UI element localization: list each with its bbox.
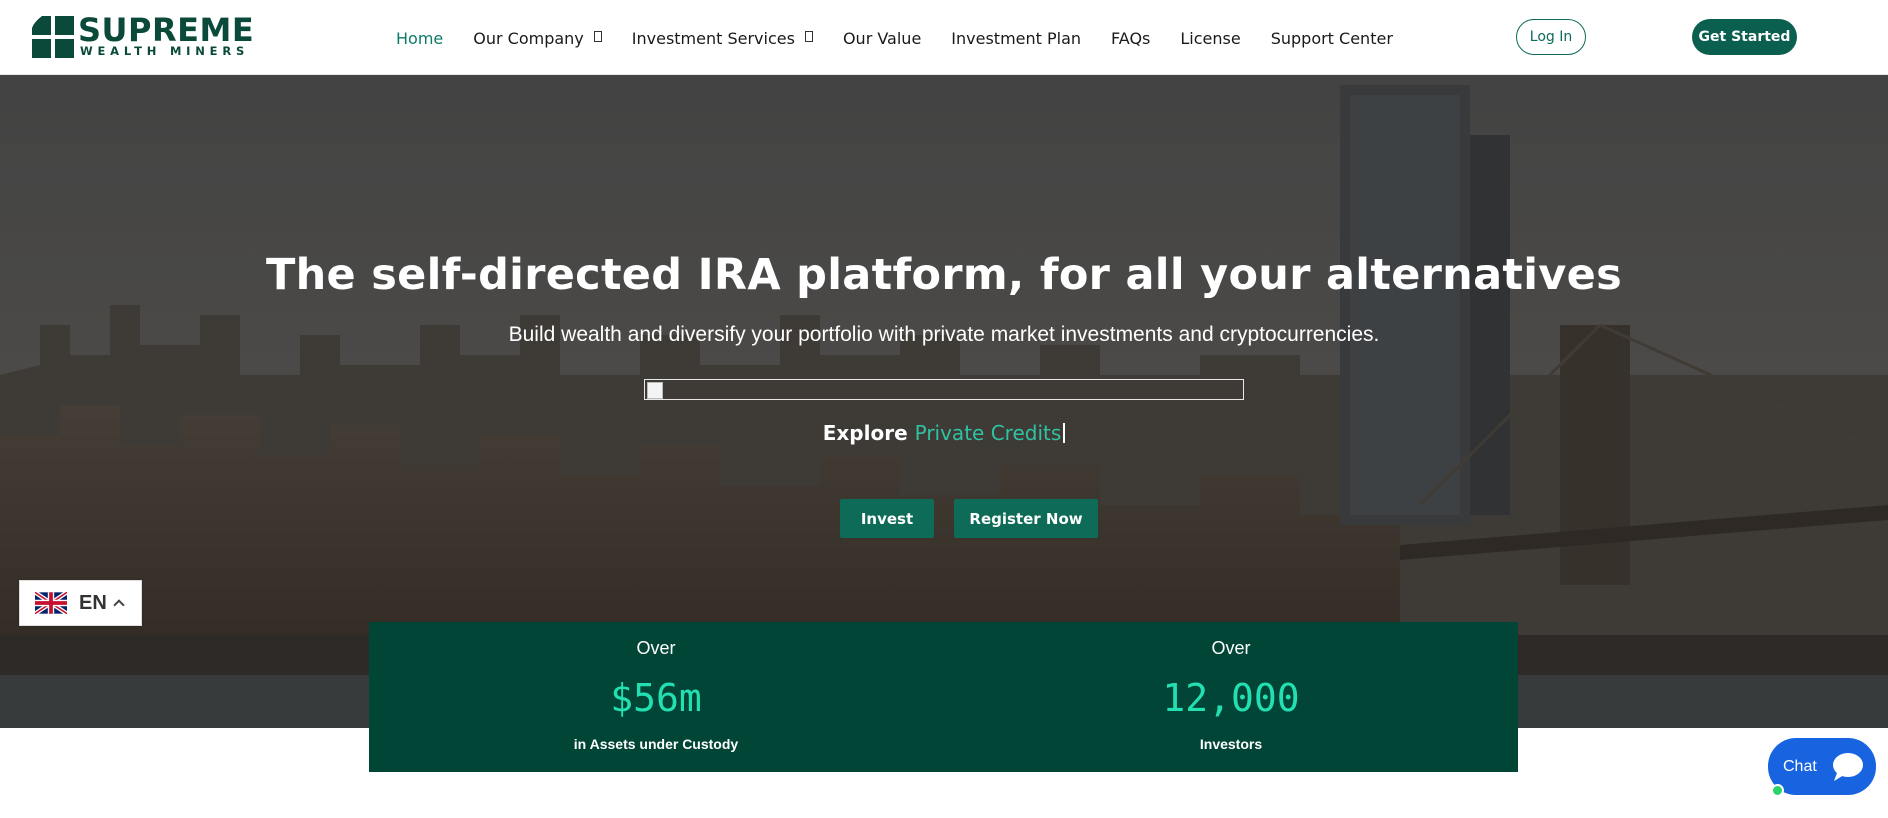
language-switcher[interactable]: EN xyxy=(19,580,142,626)
logo-name: SUPREME xyxy=(78,11,255,49)
logo-mark-icon xyxy=(32,16,74,58)
chevron-up-icon xyxy=(113,599,125,611)
stat-value: $56m xyxy=(610,676,702,720)
nav-license[interactable]: License xyxy=(1180,29,1240,48)
nav-our-value[interactable]: Our Value xyxy=(843,29,921,48)
nav-home-label: Home xyxy=(396,28,444,48)
stat-caption: in Assets under Custody xyxy=(573,736,739,752)
nav-our-company[interactable]: Our Company xyxy=(473,29,602,48)
nav-faqs-label: FAQs xyxy=(1111,28,1151,48)
logo[interactable]: SUPREME WEALTH MINERS xyxy=(32,11,255,58)
hero-title: The self-directed IRA platform, for all … xyxy=(266,250,1622,300)
stat-investors: Over 12,000 Investors xyxy=(944,622,1518,772)
stat-over-label: Over xyxy=(636,638,676,658)
register-now-button[interactable]: Register Now xyxy=(954,499,1098,538)
get-started-button[interactable]: Get Started xyxy=(1692,19,1797,55)
dropdown-caret-icon xyxy=(804,30,813,42)
explore-prefix: Explore xyxy=(822,421,908,445)
nav-support-center[interactable]: Support Center xyxy=(1271,29,1393,48)
chat-bubble-icon xyxy=(1825,744,1870,789)
broken-image-placeholder xyxy=(644,379,1244,400)
main-nav: Home Our Company Investment Services Our… xyxy=(396,26,1423,50)
online-status-dot xyxy=(1771,784,1784,797)
explore-typewriter: Explore Private Credits xyxy=(0,421,1888,445)
site-header: SUPREME WEALTH MINERS Home Our Company I… xyxy=(0,0,1888,75)
stat-caption: Investors xyxy=(1199,736,1263,752)
dropdown-caret-icon xyxy=(593,30,602,42)
stats-panel: Over $56m in Assets under Custody Over 1… xyxy=(369,622,1518,772)
nav-investment-plan-label: Investment Plan xyxy=(951,28,1082,48)
nav-our-value-label: Our Value xyxy=(842,28,922,48)
nav-investment-plan[interactable]: Investment Plan xyxy=(951,29,1081,48)
typing-cursor xyxy=(1063,423,1066,443)
explore-highlight: Private Credits xyxy=(914,421,1062,445)
stat-over-label: Over xyxy=(1211,638,1251,658)
nav-faqs[interactable]: FAQs xyxy=(1111,29,1150,48)
nav-support-center-label: Support Center xyxy=(1270,28,1393,48)
invest-button[interactable]: Invest xyxy=(840,499,934,538)
stat-assets: Over $56m in Assets under Custody xyxy=(369,622,943,772)
chat-label: Chat xyxy=(1783,757,1817,775)
uk-flag-icon xyxy=(35,592,67,614)
language-code: EN xyxy=(79,591,107,614)
stat-value: 12,000 xyxy=(1162,676,1300,720)
logo-tagline: WEALTH MINERS xyxy=(80,44,250,58)
nav-home[interactable]: Home xyxy=(396,29,443,48)
nav-investment-services[interactable]: Investment Services xyxy=(632,29,813,48)
nav-our-company-label: Our Company xyxy=(473,28,584,48)
nav-investment-services-label: Investment Services xyxy=(631,28,795,48)
nav-license-label: License xyxy=(1180,28,1241,48)
hero-subtitle: Build wealth and diversify your portfoli… xyxy=(508,323,1380,346)
login-button[interactable]: Log In xyxy=(1516,19,1586,55)
chat-widget-button[interactable]: Chat xyxy=(1768,738,1876,797)
